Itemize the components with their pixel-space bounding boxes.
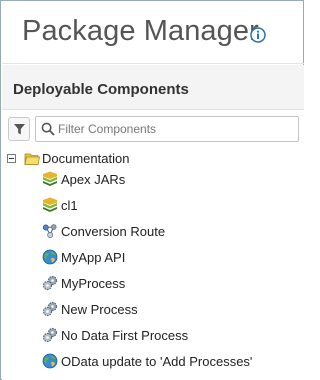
section-title: Deployable Components	[13, 81, 189, 98]
page-title: Package Manager	[22, 15, 259, 47]
info-icon[interactable]	[250, 27, 266, 43]
tree-item-label: Conversion Route	[61, 224, 166, 239]
package-manager-panel: Package Manager Deployable Components Fi…	[0, 0, 304, 380]
folder-icon	[24, 151, 40, 171]
tree-item-label: MyApp API	[61, 250, 126, 265]
tree-item-label: OData update to 'Add Processes'	[61, 354, 253, 369]
filter-components-field[interactable]	[35, 116, 299, 142]
tree-root-documentation[interactable]: Documentation	[2, 149, 304, 169]
deployable-components-section: Deployable Components Filter Components …	[2, 65, 304, 380]
filter-components-input[interactable]	[58, 120, 294, 138]
tree-item-label: No Data First Process	[61, 328, 189, 343]
tree-item-new-process[interactable]: New Process	[2, 299, 304, 321]
jar-icon	[42, 171, 58, 187]
filter-button[interactable]	[8, 117, 30, 141]
process-gear-icon	[42, 275, 58, 291]
tree-item-label: Apex JARs	[61, 172, 126, 187]
tree-item-label: New Process	[61, 302, 138, 317]
api-globe-icon	[42, 249, 58, 265]
tree-item-no-data-first-process[interactable]: No Data First Process	[2, 325, 304, 347]
collapse-toggle-icon[interactable]	[7, 154, 16, 163]
filter-icon	[14, 124, 25, 135]
tree-item-label: cl1	[61, 198, 78, 213]
tree-item-myapp-api[interactable]: MyApp API	[2, 247, 304, 269]
process-gear-icon	[42, 301, 58, 317]
section-header: Deployable Components	[2, 65, 304, 110]
tree-item-myprocess[interactable]: MyProcess	[2, 273, 304, 295]
tree-item-label: MyProcess	[61, 276, 126, 291]
route-icon	[42, 223, 58, 239]
tree-item-conversion-route[interactable]: Conversion Route	[2, 221, 304, 243]
tree-item-apex-jars[interactable]: Apex JARs	[2, 169, 304, 191]
search-icon	[41, 122, 55, 136]
tree-item-odata-update[interactable]: OData update to 'Add Processes'	[2, 351, 304, 373]
tree-item-cl1[interactable]: cl1	[2, 195, 304, 217]
process-gear-icon	[42, 327, 58, 343]
api-globe-icon	[42, 353, 58, 369]
tree-root-label: Documentation	[42, 151, 130, 166]
jar-icon	[42, 197, 58, 213]
panel-header: Package Manager	[2, 2, 304, 64]
